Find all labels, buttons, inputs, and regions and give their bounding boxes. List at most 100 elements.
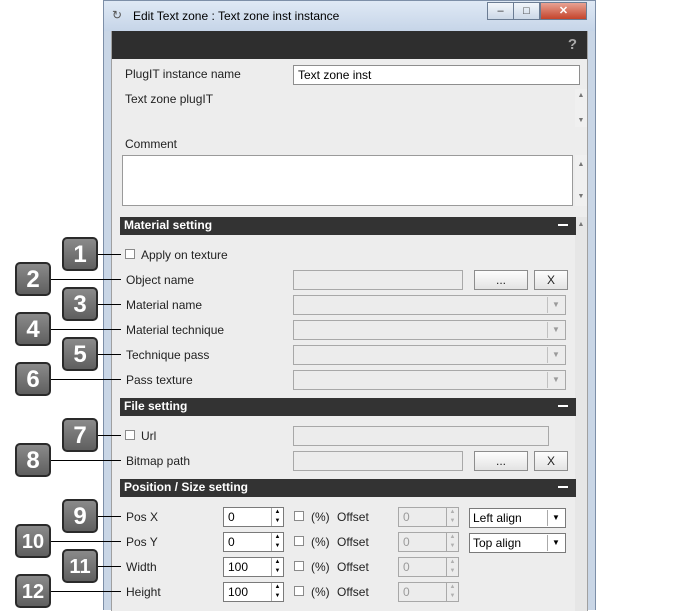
callout-4: 4 bbox=[15, 312, 51, 346]
callout-leader bbox=[97, 304, 121, 305]
collapse-icon[interactable] bbox=[558, 486, 568, 488]
plugit-scrollbar[interactable]: ▲ ▼ bbox=[575, 89, 587, 127]
pos-x-offset-spinner[interactable]: 0 ▲ ▼ bbox=[398, 507, 459, 527]
collapse-icon[interactable] bbox=[558, 224, 568, 226]
pass-texture-label: Pass texture bbox=[126, 373, 193, 387]
chevron-down-icon: ▼ bbox=[547, 322, 564, 338]
close-button[interactable]: ✕ bbox=[540, 2, 587, 20]
bitmap-browse-button[interactable]: ... bbox=[474, 451, 528, 471]
comment-textarea[interactable] bbox=[122, 155, 573, 206]
callout-10: 10 bbox=[15, 524, 51, 558]
apply-texture-checkbox[interactable] bbox=[125, 249, 135, 259]
width-offset-label: Offset bbox=[337, 560, 369, 574]
position-size-title: Position / Size setting bbox=[124, 480, 249, 494]
callout-leader bbox=[51, 329, 121, 330]
chevron-down-icon: ▼ bbox=[547, 510, 564, 526]
pos-x-label: Pos X bbox=[126, 510, 159, 524]
width-percent-checkbox[interactable] bbox=[294, 561, 304, 571]
title-bar[interactable]: ↻ Edit Text zone : Text zone inst instan… bbox=[104, 1, 595, 31]
object-browse-button[interactable]: ... bbox=[474, 270, 528, 290]
callout-leader bbox=[51, 541, 121, 542]
height-percent-label: (%) bbox=[311, 585, 330, 599]
callout-leader bbox=[51, 460, 121, 461]
pos-x-percent-checkbox[interactable] bbox=[294, 511, 304, 521]
pos-y-label: Pos Y bbox=[126, 535, 158, 549]
callout-leader bbox=[97, 354, 121, 355]
width-spinner[interactable]: 100 ▲ ▼ bbox=[223, 557, 284, 577]
height-spinner[interactable]: 100 ▲ ▼ bbox=[223, 582, 284, 602]
technique-pass-select[interactable]: ▼ bbox=[293, 345, 566, 365]
file-setting-header[interactable]: File setting bbox=[120, 398, 576, 416]
main-scrollbar[interactable]: ▲ bbox=[575, 217, 587, 611]
instance-name-label: PlugIT instance name bbox=[125, 67, 241, 81]
horizontal-align-select[interactable]: Left align ▼ bbox=[469, 508, 566, 528]
material-technique-select[interactable]: ▼ bbox=[293, 320, 566, 340]
object-name-label: Object name bbox=[126, 273, 195, 287]
pos-y-spinner[interactable]: 0 ▲ ▼ bbox=[223, 532, 284, 552]
callout-5: 5 bbox=[62, 337, 98, 371]
pos-y-percent-label: (%) bbox=[311, 535, 330, 549]
maximize-button[interactable]: □ bbox=[513, 2, 540, 20]
object-clear-button[interactable]: X bbox=[534, 270, 568, 290]
height-offset-spinner[interactable]: 0 ▲ ▼ bbox=[398, 582, 459, 602]
pos-x-offset-label: Offset bbox=[337, 510, 369, 524]
help-icon[interactable]: ? bbox=[568, 36, 577, 53]
object-name-input[interactable] bbox=[293, 270, 463, 290]
width-offset-spinner[interactable]: 0 ▲ ▼ bbox=[398, 557, 459, 577]
callout-leader bbox=[97, 566, 121, 567]
file-setting-title: File setting bbox=[124, 399, 188, 413]
callout-leader bbox=[51, 591, 121, 592]
chevron-down-icon: ▼ bbox=[547, 347, 564, 363]
minimize-button[interactable]: – bbox=[487, 2, 514, 20]
pass-texture-select[interactable]: ▼ bbox=[293, 370, 566, 390]
callout-9: 9 bbox=[62, 499, 98, 533]
pos-x-percent-label: (%) bbox=[311, 510, 330, 524]
callout-6: 6 bbox=[15, 362, 51, 396]
material-name-select[interactable]: ▼ bbox=[293, 295, 566, 315]
url-label: Url bbox=[141, 429, 157, 443]
pos-x-spinner[interactable]: 0 ▲ ▼ bbox=[223, 507, 284, 527]
chevron-down-icon: ▼ bbox=[547, 535, 564, 551]
vertical-align-select[interactable]: Top align ▼ bbox=[469, 533, 566, 553]
instance-name-input[interactable]: Text zone inst bbox=[293, 65, 580, 85]
url-checkbox[interactable] bbox=[125, 430, 135, 440]
callout-12: 12 bbox=[15, 574, 51, 608]
height-percent-checkbox[interactable] bbox=[294, 586, 304, 596]
material-setting-header[interactable]: Material setting bbox=[120, 217, 576, 235]
bitmap-clear-button[interactable]: X bbox=[534, 451, 568, 471]
collapse-icon[interactable] bbox=[558, 405, 568, 407]
pos-y-percent-checkbox[interactable] bbox=[294, 536, 304, 546]
callout-leader bbox=[97, 516, 121, 517]
plugit-label: Text zone plugIT bbox=[125, 92, 214, 106]
technique-pass-label: Technique pass bbox=[126, 348, 210, 362]
bitmap-path-input[interactable] bbox=[293, 451, 463, 471]
comment-scrollbar[interactable]: ▲ ▼ bbox=[575, 155, 587, 206]
callout-11: 11 bbox=[62, 549, 98, 583]
callout-3: 3 bbox=[62, 287, 98, 321]
callout-2: 2 bbox=[15, 262, 51, 296]
width-percent-label: (%) bbox=[311, 560, 330, 574]
app-icon: ↻ bbox=[112, 8, 123, 22]
comment-label: Comment bbox=[125, 137, 178, 151]
chevron-down-icon: ▼ bbox=[547, 297, 564, 313]
window-title: Edit Text zone : Text zone inst instance bbox=[133, 9, 340, 23]
toolbar: ? bbox=[112, 31, 587, 59]
bitmap-path-label: Bitmap path bbox=[126, 454, 191, 468]
dialog-content: ? PlugIT instance name Text zone inst Te… bbox=[111, 31, 588, 611]
callout-leader bbox=[97, 435, 121, 436]
height-offset-label: Offset bbox=[337, 585, 369, 599]
callout-8: 8 bbox=[15, 443, 51, 477]
callout-1: 1 bbox=[62, 237, 98, 271]
callout-leader bbox=[51, 279, 121, 280]
pos-y-offset-spinner[interactable]: 0 ▲ ▼ bbox=[398, 532, 459, 552]
material-technique-label: Material technique bbox=[126, 323, 225, 337]
url-input[interactable] bbox=[293, 426, 549, 446]
width-label: Width bbox=[126, 560, 157, 574]
pos-y-offset-label: Offset bbox=[337, 535, 369, 549]
callout-leader bbox=[51, 379, 121, 380]
height-label: Height bbox=[126, 585, 161, 599]
position-size-header[interactable]: Position / Size setting bbox=[120, 479, 576, 497]
callout-leader bbox=[97, 254, 121, 255]
chevron-down-icon: ▼ bbox=[547, 372, 564, 388]
callout-7: 7 bbox=[62, 418, 98, 452]
